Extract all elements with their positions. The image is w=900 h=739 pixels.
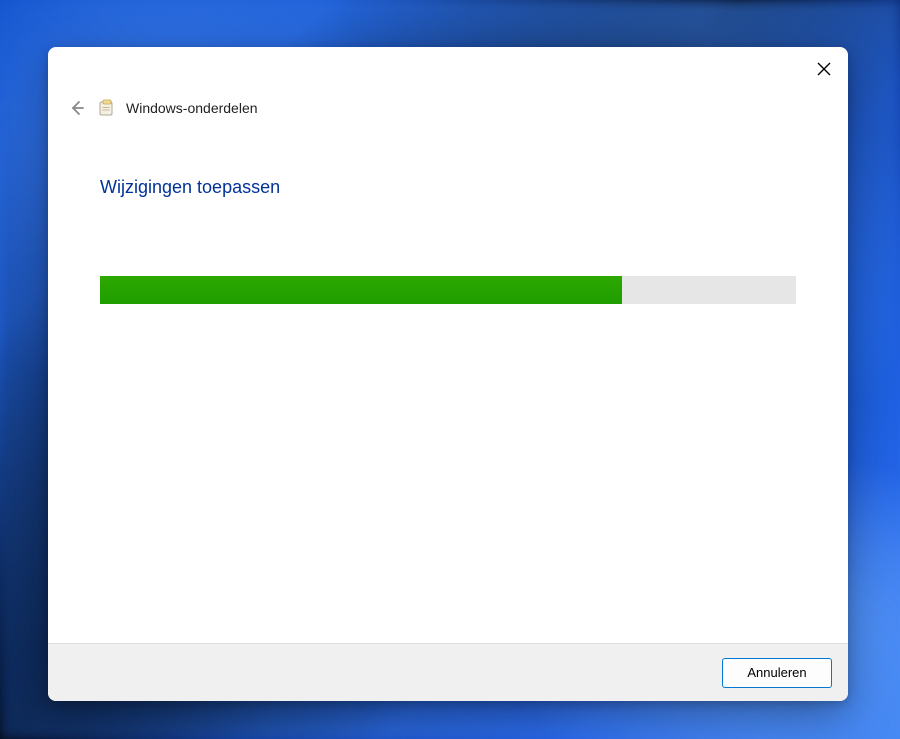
progress-bar-fill bbox=[100, 276, 622, 304]
dialog-header: Windows-onderdelen bbox=[48, 87, 848, 119]
windows-features-dialog: Windows-onderdelen Wijzigingen toepassen… bbox=[48, 47, 848, 701]
back-arrow-icon bbox=[68, 99, 86, 117]
close-icon bbox=[817, 62, 831, 76]
dialog-footer: Annuleren bbox=[48, 643, 848, 701]
cancel-button[interactable]: Annuleren bbox=[722, 658, 832, 688]
main-heading: Wijzigingen toepassen bbox=[100, 177, 796, 198]
progress-bar bbox=[100, 276, 796, 304]
back-button[interactable] bbox=[66, 97, 88, 119]
dialog-titlebar bbox=[48, 47, 848, 87]
dialog-content: Wijzigingen toepassen bbox=[48, 119, 848, 643]
dialog-title: Windows-onderdelen bbox=[126, 100, 258, 116]
close-button[interactable] bbox=[810, 55, 838, 83]
windows-features-icon bbox=[98, 99, 116, 117]
